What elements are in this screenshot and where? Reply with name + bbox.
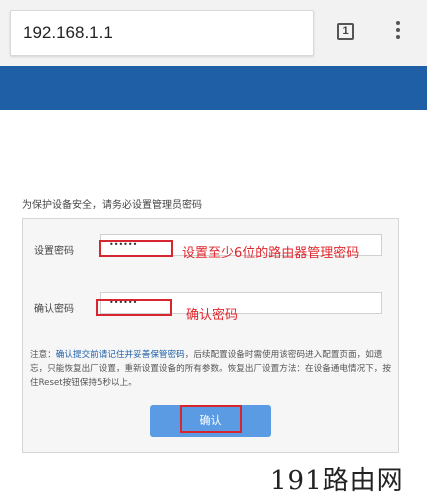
tab-switcher-button[interactable]: 1 bbox=[337, 23, 354, 40]
confirm-password-label: 确认密码 bbox=[34, 304, 74, 315]
set-password-highlight-box bbox=[99, 240, 173, 257]
page-header-banner bbox=[0, 66, 427, 110]
note-prefix: 注意： bbox=[30, 350, 56, 360]
note-highlight: 确认提交前请记住并妥善保管密码 bbox=[55, 350, 185, 360]
confirm-button-highlight-box bbox=[180, 405, 242, 433]
overflow-menu-icon[interactable] bbox=[392, 21, 404, 45]
confirm-password-annotation: 确认密码 bbox=[186, 308, 239, 323]
password-note: 注意：确认提交前请记住并妥善保管密码，后续配置设备时需使用该密码进入配置页面，如… bbox=[30, 348, 394, 390]
set-password-annotation: 设置至少6位的路由器管理密码 bbox=[182, 246, 360, 261]
address-bar[interactable]: 192.168.1.1 bbox=[10, 10, 314, 56]
site-watermark: 191路由网 bbox=[270, 466, 404, 496]
confirm-password-highlight-box bbox=[96, 299, 172, 316]
url-text: 192.168.1.1 bbox=[23, 23, 113, 42]
security-prompt: 为保护设备安全，请务必设置管理员密码 bbox=[22, 200, 202, 211]
browser-toolbar: 192.168.1.1 1 bbox=[0, 0, 427, 67]
set-password-label: 设置密码 bbox=[34, 246, 74, 257]
